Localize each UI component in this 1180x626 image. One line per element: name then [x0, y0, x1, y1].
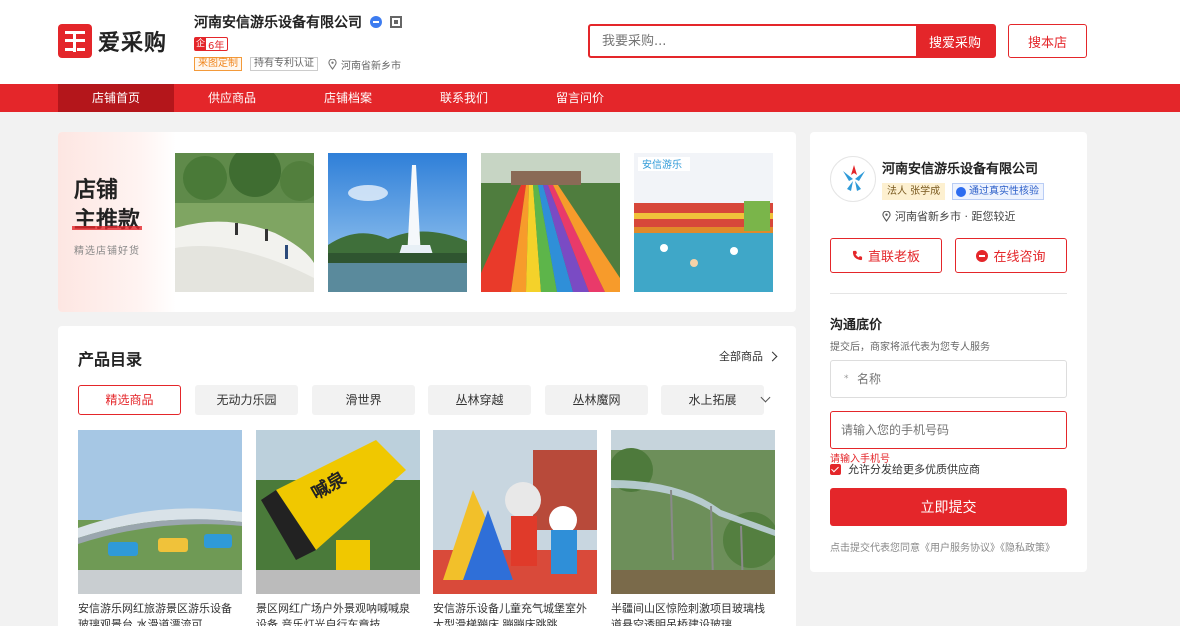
- product-title[interactable]: 安信游乐设备儿童充气城堡室外大型滑梯蹦床 蹦蹦床跳跳: [433, 601, 597, 626]
- company-name[interactable]: 河南安信游乐设备有限公司: [194, 12, 362, 32]
- featured-banner: 店铺 主推款 精选店铺好货 安信游乐: [58, 132, 796, 312]
- location-pin-icon: [328, 58, 337, 70]
- search-input[interactable]: [590, 26, 916, 56]
- featured-product-image[interactable]: [175, 153, 314, 292]
- qr-code-icon[interactable]: [390, 16, 402, 28]
- shop-nav: 店铺首页 供应商品 店铺档案 联系我们 留言问价: [0, 84, 1180, 112]
- phone-icon: [852, 250, 863, 261]
- product-card[interactable]: 半疆间山区惊险刺激项目玻璃栈道悬空透明吊桥建设玻璃: [611, 430, 775, 626]
- all-products-link[interactable]: 全部商品: [719, 348, 778, 364]
- featured-product-image[interactable]: [481, 153, 620, 292]
- search-shop-button[interactable]: 搜本店: [1008, 24, 1087, 58]
- verified-badge: 通过真实性核验: [952, 183, 1044, 200]
- message-icon: [976, 249, 989, 262]
- featured-product-image[interactable]: 安信游乐: [634, 153, 773, 292]
- tab-jungle-net[interactable]: 丛林魔网: [545, 385, 648, 415]
- name-field[interactable]: [830, 360, 1067, 398]
- call-boss-button[interactable]: 直联老板: [830, 238, 942, 273]
- product-card[interactable]: 喊泉 景区网红广场户外景观呐喊喊泉设备 音乐灯光自行车竟技: [256, 430, 420, 626]
- legal-person-badge: 法人 张学成: [882, 183, 946, 200]
- verified-check-icon: [956, 187, 966, 197]
- patent-tag: 持有专利认证: [250, 57, 318, 71]
- product-image[interactable]: 喊泉: [256, 430, 420, 594]
- chat-icon[interactable]: [370, 16, 382, 28]
- inquiry-title: 沟通底价: [830, 318, 883, 333]
- company-info: 河南安信游乐设备有限公司 企 6年 来图定制 持有专利认证 河南省新乡市: [194, 12, 402, 72]
- product-card[interactable]: 安信游乐设备儿童充气城堡室外大型滑梯蹦床 蹦蹦床跳跳: [433, 430, 597, 626]
- product-image[interactable]: [611, 430, 775, 594]
- nav-shop-profile[interactable]: 店铺档案: [290, 84, 406, 112]
- chevron-down-icon: [760, 392, 771, 403]
- product-title[interactable]: 安信游乐网红旅游景区游乐设备玻璃观景台 水滑道漂流可: [78, 601, 242, 626]
- tab-water-expansion[interactable]: 水上拓展: [661, 385, 764, 415]
- logo-mark-icon: [58, 24, 92, 58]
- years-badge: 企 6年: [194, 37, 229, 52]
- side-location: 河南省新乡市 · 距您较近: [882, 208, 1016, 224]
- product-image[interactable]: [78, 430, 242, 594]
- nav-shop-home[interactable]: 店铺首页: [58, 84, 174, 112]
- submit-button[interactable]: 立即提交: [830, 488, 1067, 526]
- divider: [830, 293, 1067, 294]
- supplier-panel: 河南安信游乐设备有限公司 法人 张学成 通过真实性核验 河南省新乡市 · 距您较…: [810, 132, 1087, 572]
- tab-featured[interactable]: 精选商品: [78, 385, 181, 415]
- promo-title: 店铺 主推款: [71, 176, 143, 236]
- location-pin-icon: [882, 210, 891, 222]
- nav-contact-us[interactable]: 联系我们: [406, 84, 522, 112]
- header-location: 河南省新乡市: [328, 57, 401, 72]
- tab-slide-world[interactable]: 滑世界: [312, 385, 415, 415]
- top-header: 爱采购 河南安信游乐设备有限公司 企 6年 来图定制 持有专利认证 河南省新乡市…: [0, 0, 1180, 84]
- enterprise-icon: 企: [195, 38, 206, 50]
- tab-jungle-crossing[interactable]: 丛林穿越: [428, 385, 531, 415]
- featured-product-image[interactable]: [328, 153, 467, 292]
- product-card[interactable]: 安信游乐网红旅游景区游乐设备玻璃观景台 水滑道漂流可: [78, 430, 242, 626]
- promo-subtitle: 精选店铺好货: [74, 246, 140, 257]
- search-box: 搜爱采购: [588, 24, 996, 58]
- online-chat-button[interactable]: 在线咨询: [955, 238, 1067, 273]
- svg-text:安信游乐: 安信游乐: [642, 158, 682, 171]
- agree-checkbox[interactable]: [830, 463, 841, 475]
- banner-promo: 店铺 主推款 精选店铺好货: [58, 132, 176, 312]
- inquiry-subtitle: 提交后，商家将派代表为您专人服务: [830, 342, 990, 353]
- logo-text: 爱采购: [98, 31, 168, 56]
- agreement-disclaimer[interactable]: 点击提交代表您同意《用户服务协议》《隐私政策》: [830, 539, 1055, 554]
- nav-leave-message[interactable]: 留言问价: [522, 84, 638, 112]
- product-image[interactable]: [433, 430, 597, 594]
- company-logo-icon: [843, 165, 865, 191]
- search-aicaigou-button[interactable]: 搜爱采购: [916, 26, 994, 56]
- agree-distribution[interactable]: 允许分发给更多优质供应商: [830, 461, 980, 477]
- tab-unpowered-park[interactable]: 无动力乐园: [195, 385, 298, 415]
- product-title[interactable]: 景区网红广场户外景观呐喊喊泉设备 音乐灯光自行车竟技: [256, 601, 420, 626]
- product-catalog: 产品目录 全部商品 精选商品 无动力乐园 滑世界 丛林穿越 丛林魔网 水上拓展 …: [58, 326, 796, 626]
- custom-tag: 来图定制: [194, 57, 242, 71]
- side-company-name[interactable]: 河南安信游乐设备有限公司: [882, 158, 1038, 177]
- aicaigou-logo[interactable]: 爱采购: [58, 24, 167, 58]
- tabs-expand[interactable]: [756, 385, 776, 415]
- required-mark: *: [844, 374, 849, 384]
- company-logo[interactable]: [830, 156, 876, 202]
- phone-field[interactable]: [830, 411, 1067, 449]
- catalog-title: 产品目录: [78, 350, 143, 369]
- chevron-right-icon: [767, 351, 778, 361]
- nav-supply-products[interactable]: 供应商品: [174, 84, 290, 112]
- product-title[interactable]: 半疆间山区惊险刺激项目玻璃栈道悬空透明吊桥建设玻璃: [611, 601, 775, 626]
